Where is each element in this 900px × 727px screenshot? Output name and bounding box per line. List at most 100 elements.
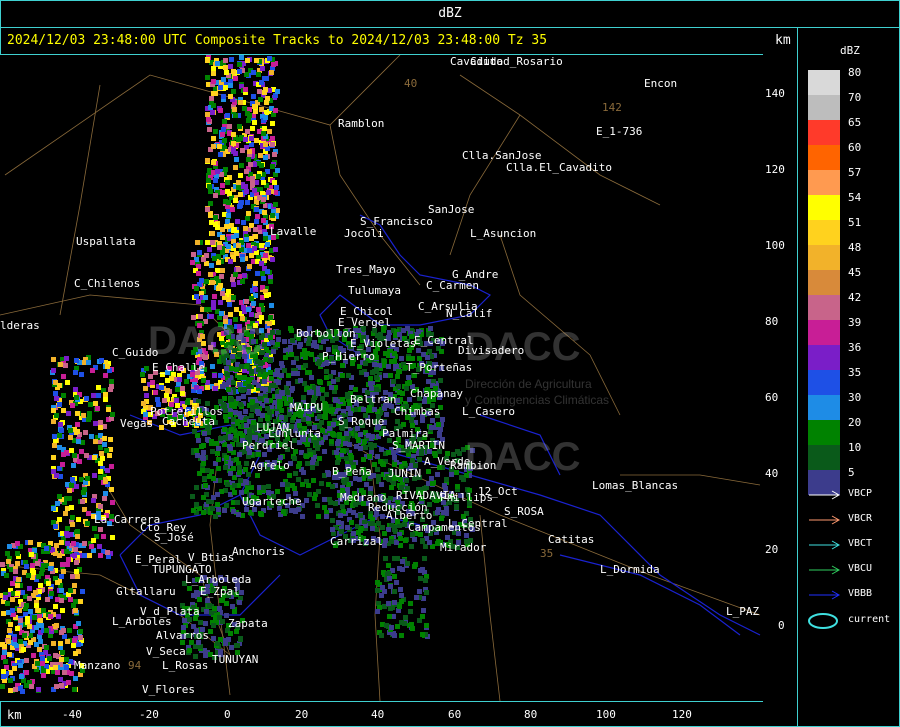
radar-cell: [72, 687, 77, 692]
radar-cell: [246, 211, 251, 216]
radar-cell: [6, 559, 11, 564]
place-label: V_Flores: [142, 683, 195, 696]
radar-cell: [64, 496, 69, 501]
place-label: Cacheuta: [162, 415, 215, 428]
radar-cell: [233, 76, 238, 81]
radar-cell: [226, 244, 231, 249]
radar-cell: [109, 379, 114, 384]
radar-cell: [256, 452, 261, 457]
x-tick: 60: [448, 708, 462, 721]
radar-cell: [243, 226, 248, 231]
radar-cell: [256, 367, 261, 372]
km-unit-label: km: [775, 33, 791, 48]
radar-cell: [233, 272, 238, 277]
radar-cell: [92, 526, 97, 531]
radar-cell: [196, 271, 201, 276]
radar-cell: [340, 373, 345, 378]
radar-cell: [37, 647, 42, 652]
y-tick: 100: [765, 239, 785, 252]
radar-cell: [247, 384, 252, 389]
radar-cell: [218, 373, 223, 378]
radar-cell: [268, 358, 273, 363]
radar-cell: [228, 83, 233, 88]
radar-cell: [264, 398, 269, 403]
radar-cell: [16, 577, 21, 582]
radar-cell: [81, 490, 86, 495]
radar-cell: [204, 307, 209, 312]
radar-cell: [212, 373, 217, 378]
place-label: C_Chilenos: [74, 277, 141, 290]
radar-cell: [243, 87, 248, 92]
radar-cell: [98, 527, 103, 532]
radar-cell: [54, 623, 59, 628]
radar-cell: [0, 684, 5, 689]
radar-cell: [403, 615, 408, 620]
place-label: E_Challe: [152, 361, 205, 374]
radar-cell: [229, 645, 234, 650]
radar-cell: [229, 427, 234, 432]
radar-cell: [109, 487, 114, 492]
legend-swatch: [808, 170, 840, 195]
radar-cell: [261, 197, 266, 202]
radar-cell: [220, 235, 225, 240]
radar-cell: [64, 665, 69, 670]
radar-cell: [301, 470, 306, 475]
radar-cell: [268, 370, 273, 375]
radar-cell: [99, 451, 104, 456]
radar-cell: [61, 374, 66, 379]
radar-cell: [249, 413, 254, 418]
radar-cell: [359, 370, 364, 375]
radar-cell: [244, 169, 249, 174]
radar-cell: [72, 553, 77, 558]
radar-cell: [73, 651, 78, 656]
radar-cell: [326, 472, 331, 477]
radar-cell: [195, 453, 200, 458]
radar-cell: [22, 633, 27, 638]
radar-cell: [218, 108, 223, 113]
radar-cell: [305, 351, 310, 356]
radar-cell: [73, 547, 78, 552]
radar-cell: [220, 132, 225, 137]
radar-cell: [320, 387, 325, 392]
radar-cell: [270, 330, 275, 335]
radar-cell: [233, 151, 238, 156]
radar-cell: [232, 483, 237, 488]
radar-cell: [71, 463, 76, 468]
legend-level-label: 39: [848, 316, 862, 329]
radar-cell: [0, 562, 5, 567]
radar-cell: [32, 615, 37, 620]
radar-cell: [383, 556, 388, 561]
radar-cell: [211, 305, 216, 310]
radar-cell: [392, 633, 397, 638]
place-label: Agrelo: [250, 459, 290, 472]
radar-cell: [253, 227, 258, 232]
y-tick: 60: [765, 391, 779, 404]
radar-cell: [331, 432, 336, 437]
radar-cell: [75, 411, 80, 416]
radar-cell: [74, 569, 79, 574]
radar-cell: [41, 673, 46, 678]
radar-cell: [98, 553, 103, 558]
radar-cell: [65, 533, 70, 538]
radar-map[interactable]: DACC DACC DACC Dirección de Agricultura …: [0, 54, 763, 702]
radar-cell: [396, 384, 401, 389]
radar-cell: [388, 584, 393, 589]
radar-cell: [102, 436, 107, 441]
radar-cell: [247, 264, 252, 269]
radar-cell: [309, 375, 314, 380]
radar-cell: [228, 259, 233, 264]
radar-cell: [216, 446, 221, 451]
radar-cell: [330, 484, 335, 489]
radar-cell: [262, 452, 267, 457]
track-arrow-icon: [809, 540, 841, 550]
radar-cell: [69, 505, 74, 510]
place-label: Campamentos: [408, 521, 481, 534]
radar-cell: [210, 240, 215, 245]
radar-cell: [400, 559, 405, 564]
radar-cell: [0, 642, 5, 647]
radar-cell: [263, 236, 268, 241]
radar-cell: [41, 668, 46, 673]
radar-cell: [215, 169, 220, 174]
radar-cell: [75, 422, 80, 427]
radar-cell: [98, 504, 103, 509]
